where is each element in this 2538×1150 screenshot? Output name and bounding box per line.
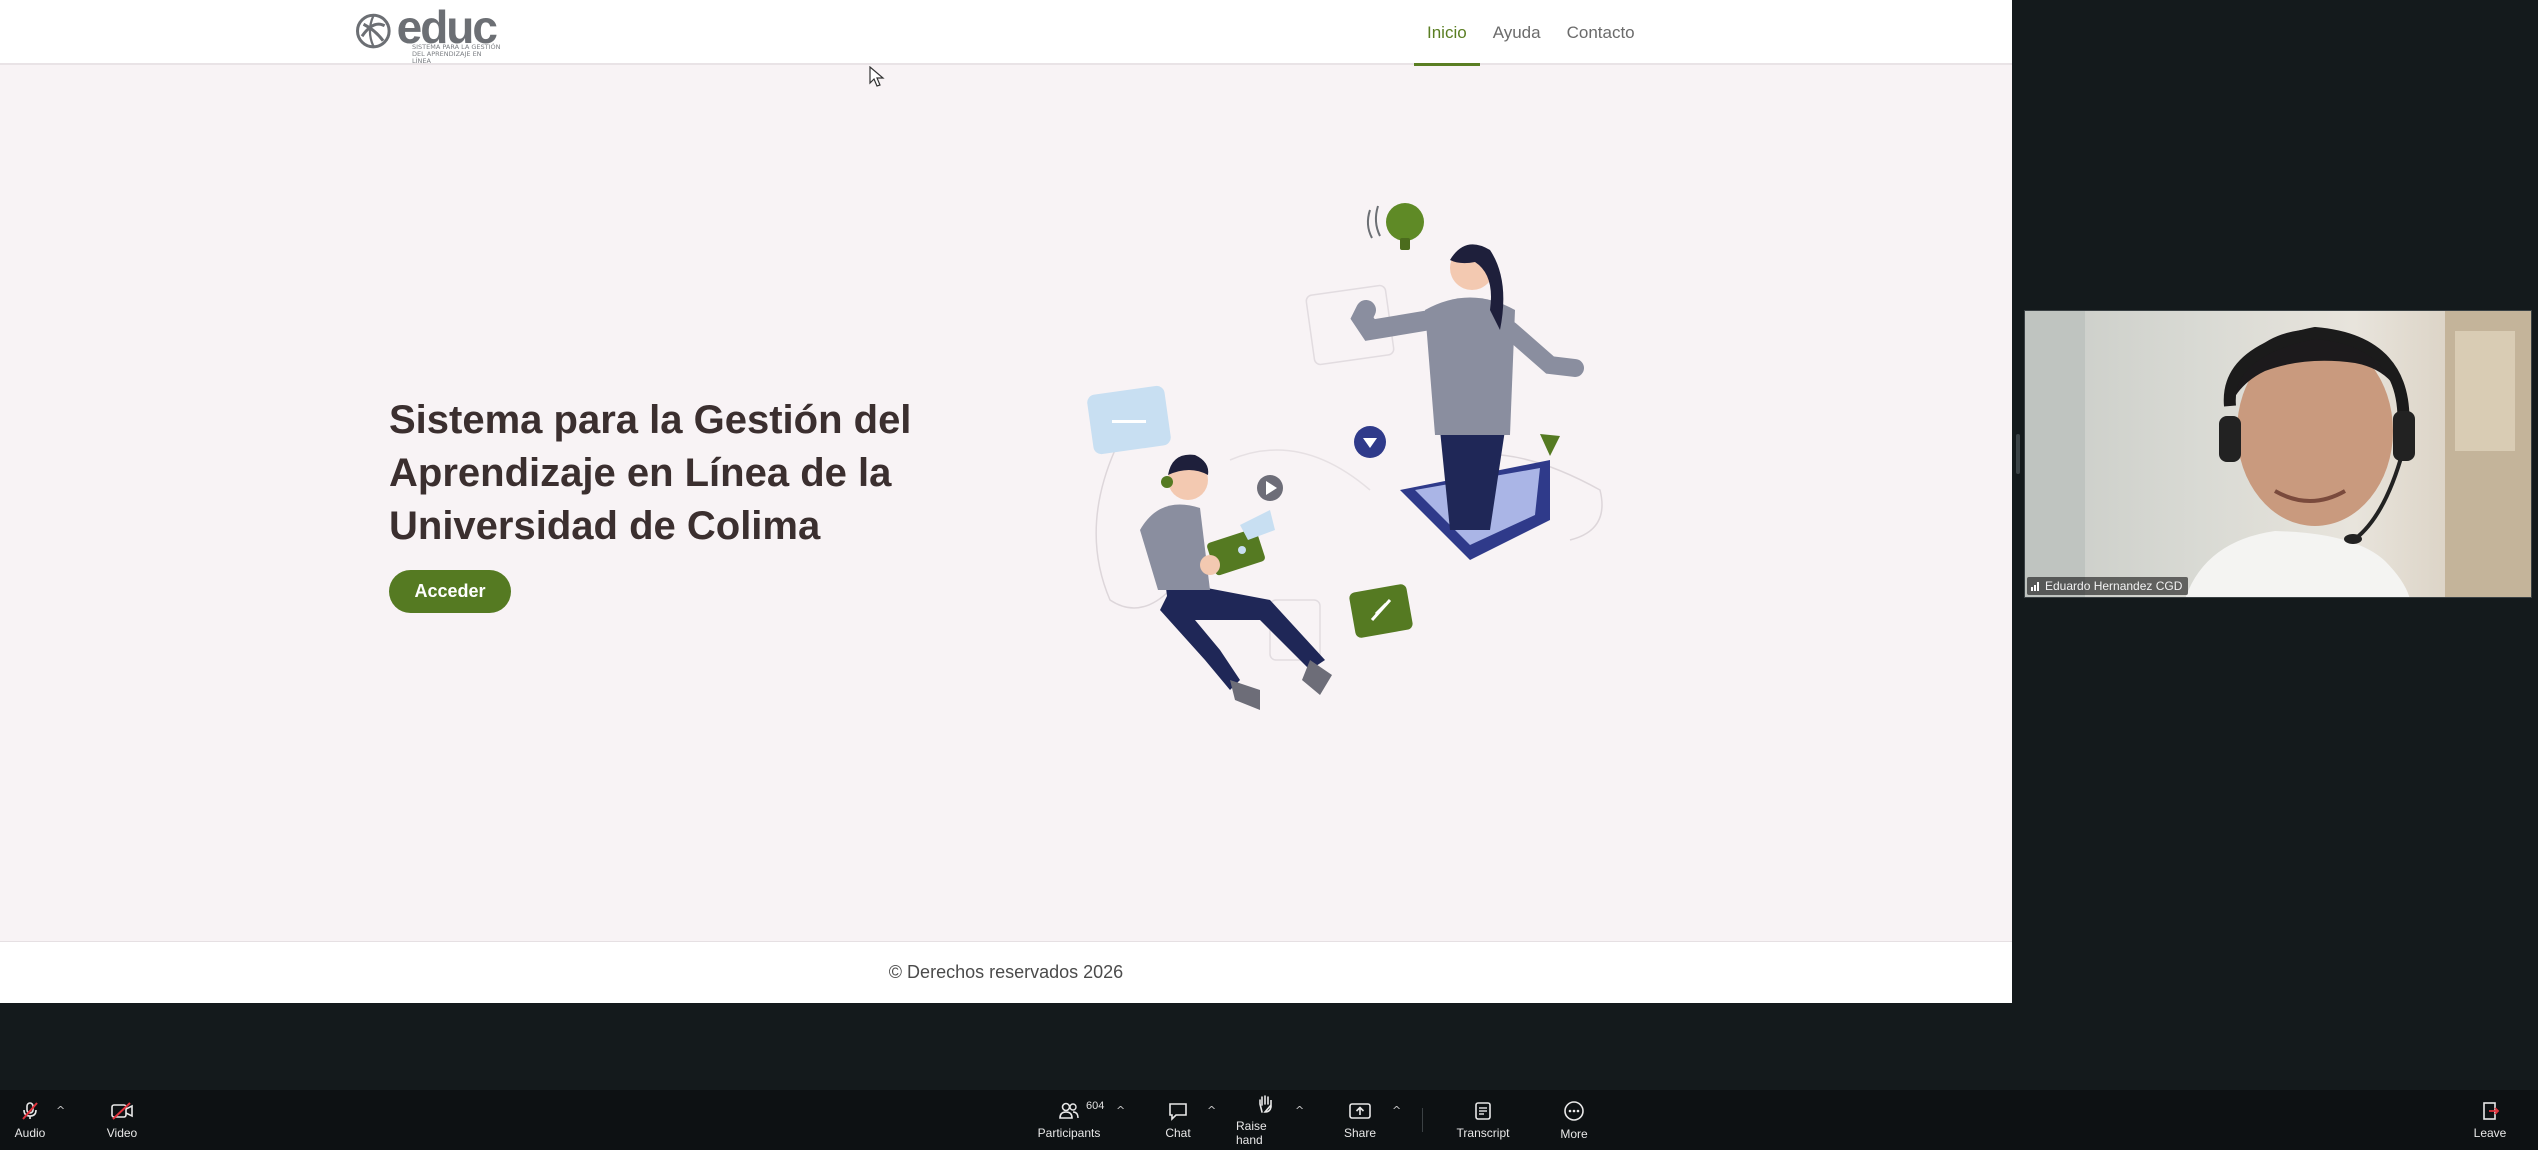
more-label: More (1560, 1126, 1588, 1141)
nav-inicio[interactable]: Inicio (1414, 0, 1480, 66)
meeting-window: educ SISTEMA PARA LA GESTIÓN DEL APRENDI… (0, 0, 2538, 1150)
participant-video-tile[interactable]: Eduardo Hernandez CGD (2024, 310, 2532, 598)
audio-button[interactable]: Audio (10, 1090, 50, 1150)
logo-tagline: SISTEMA PARA LA GESTIÓN DEL APRENDIZAJE … (412, 43, 501, 65)
video-button[interactable]: Video (102, 1090, 142, 1150)
chat-options-caret[interactable]: ^ (1207, 1104, 1216, 1117)
leave-label: Leave (2473, 1125, 2507, 1140)
shared-screen: educ SISTEMA PARA LA GESTIÓN DEL APRENDI… (0, 0, 2012, 1003)
globe-logo-icon (356, 13, 391, 49)
participants-options-caret[interactable]: ^ (1116, 1104, 1125, 1117)
share-label: Share (1343, 1125, 1377, 1140)
transcript-button[interactable]: Transcript (1456, 1090, 1510, 1150)
share-button[interactable]: Share (1340, 1090, 1380, 1150)
audio-label: Audio (14, 1125, 46, 1140)
chat-bubble-icon (1169, 1102, 1187, 1121)
share-options-caret[interactable]: ^ (1392, 1104, 1401, 1117)
panel-resize-handle[interactable] (2016, 434, 2020, 474)
signal-strength-icon (2031, 582, 2039, 591)
main-nav: Inicio Ayuda Contacto (1414, 0, 1648, 66)
meeting-toolbar: Audio ^ Video Participants 604 ^ Chat ^ … (0, 1090, 2538, 1150)
participants-count: 604 (1086, 1100, 1105, 1112)
site-footer: © Derechos reservados 2026 (0, 942, 2012, 1003)
mic-muted-icon (22, 1101, 38, 1120)
chat-label: Chat (1165, 1125, 1191, 1140)
hero-title: Sistema para la Gestión del Aprendizaje … (389, 398, 912, 548)
raise-hand-label: Raise hand (1236, 1118, 1267, 1147)
online-learning-illustration (1087, 203, 1603, 710)
toolbar-separator (1422, 1108, 1423, 1132)
audio-options-caret[interactable]: ^ (56, 1104, 65, 1117)
more-button[interactable]: More (1556, 1090, 1592, 1150)
more-options-icon (1564, 1100, 1584, 1121)
participant-name: Eduardo Hernandez CGD (2045, 579, 2183, 593)
raise-hand-button[interactable]: Raise hand (1236, 1090, 1296, 1150)
camera-off-icon (111, 1101, 133, 1120)
share-screen-icon (1349, 1102, 1371, 1119)
video-label: Video (106, 1125, 138, 1140)
leave-button[interactable]: Leave (2472, 1090, 2508, 1150)
leave-icon (2483, 1101, 2500, 1120)
nav-ayuda[interactable]: Ayuda (1480, 0, 1554, 65)
mouse-cursor-icon (869, 66, 885, 87)
acceder-button[interactable]: Acceder (389, 570, 511, 613)
raise-hand-icon (1259, 1094, 1272, 1113)
participant-video-feed (2025, 311, 2531, 597)
raise-hand-options-caret[interactable]: ^ (1295, 1104, 1304, 1117)
participants-label: Participants (1037, 1125, 1101, 1140)
participants-button[interactable]: Participants (1032, 1090, 1106, 1150)
chat-button[interactable]: Chat (1160, 1090, 1196, 1150)
transcript-label: Transcript (1456, 1125, 1510, 1140)
copyright-text: © Derechos reservados 2026 (888, 962, 1124, 982)
site-header: educ SISTEMA PARA LA GESTIÓN DEL APRENDI… (0, 0, 2012, 66)
participant-name-label: Eduardo Hernandez CGD (2027, 577, 2189, 595)
transcript-icon (1475, 1101, 1491, 1120)
educ-logo[interactable]: educ SISTEMA PARA LA GESTIÓN DEL APRENDI… (356, 4, 501, 65)
nav-contacto[interactable]: Contacto (1554, 0, 1648, 65)
participants-icon (1059, 1102, 1079, 1119)
